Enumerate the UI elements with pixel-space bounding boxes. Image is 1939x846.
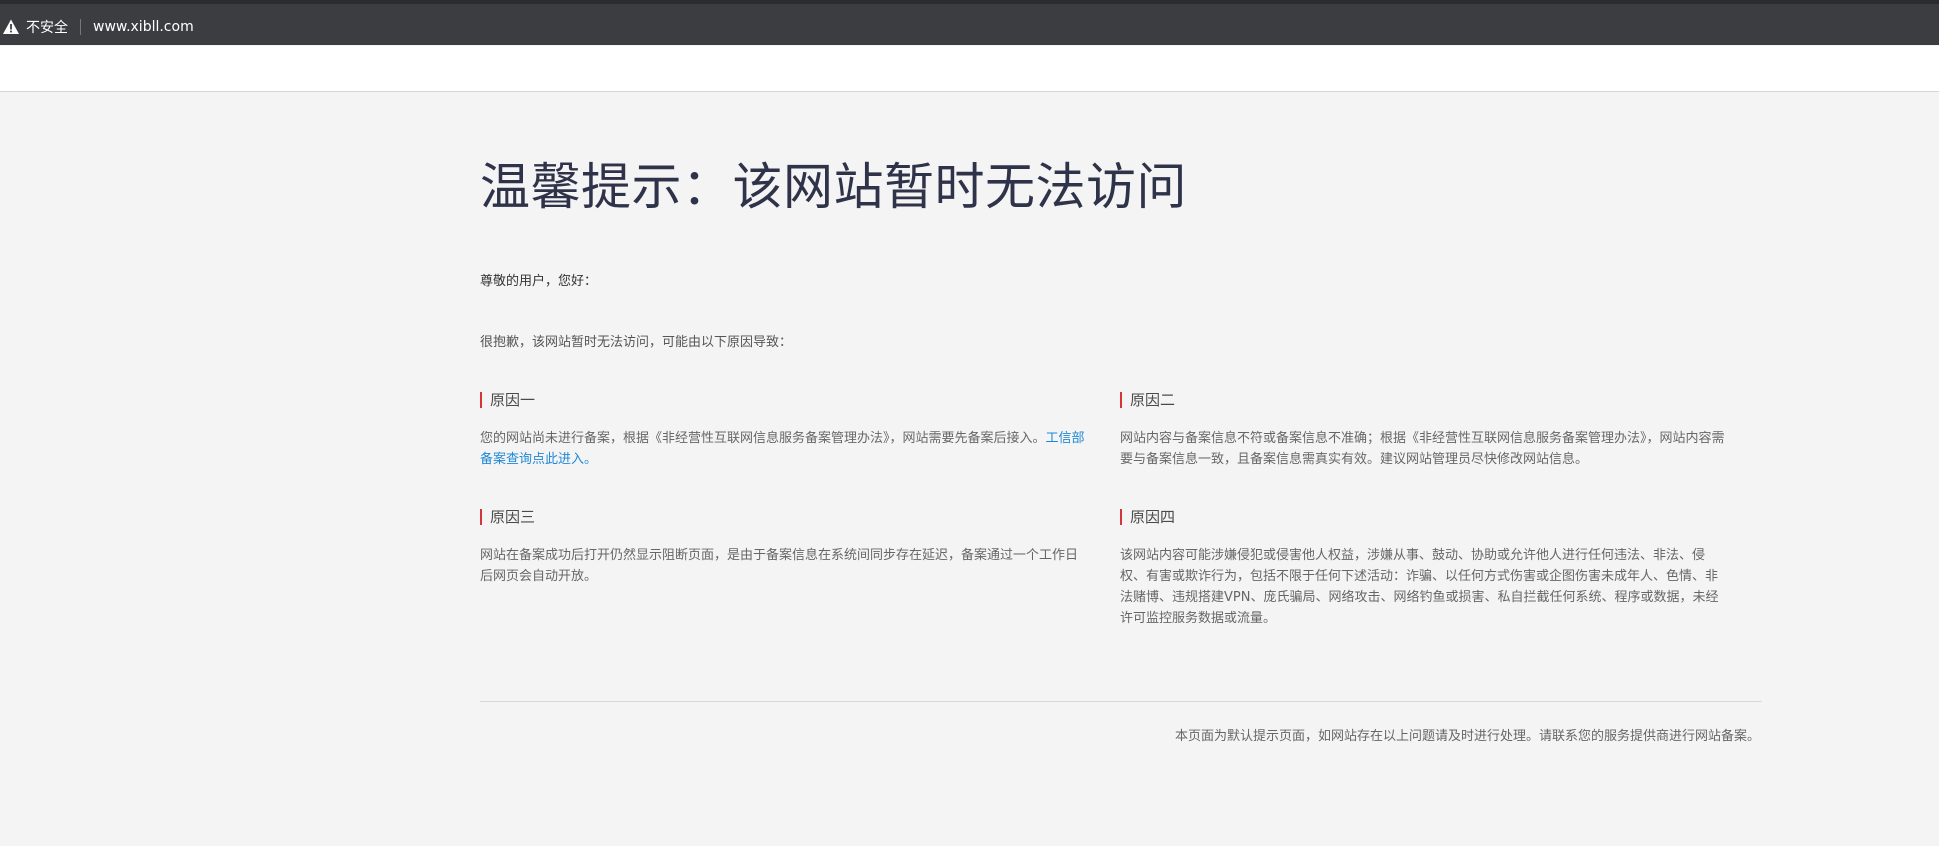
footer-divider [480, 701, 1762, 702]
reason-body: 网站在备案成功后打开仍然显示阻断页面，是由于备案信息在系统间同步存在延迟，备案通… [480, 548, 1079, 584]
reason-heading: 原因四 [1120, 507, 1730, 527]
reason-heading: 原因二 [1120, 390, 1730, 410]
warning-triangle-icon [2, 18, 20, 36]
page-header-band [0, 46, 1939, 92]
url-field[interactable]: www.xibll.com [93, 19, 194, 35]
reason-body: 您的网站尚未进行备案，根据《非经营性互联网信息服务备案管理办法》，网站需要先备案… [480, 428, 1090, 470]
reason-heading: 原因三 [480, 507, 1090, 527]
reason-two: 原因二 网站内容与备案信息不符或备案信息不准确；根据《非经营性互联网信息服务备案… [1120, 390, 1730, 470]
reason-three: 原因三 网站在备案成功后打开仍然显示阻断页面，是由于备案信息在系统间同步存在延迟… [480, 507, 1090, 587]
reason-heading: 原因一 [480, 390, 1090, 410]
reason-text: 您的网站尚未进行备案，根据《非经营性互联网信息服务备案管理办法》，网站需要先备案… [480, 431, 1046, 446]
security-indicator[interactable]: 不安全 www.xibll.com [0, 16, 194, 38]
browser-address-bar: 不安全 www.xibll.com [0, 0, 1939, 45]
reason-four: 原因四 该网站内容可能涉嫌侵犯或侵害他人权益，涉嫌从事、鼓动、协助或允许他人进行… [1120, 507, 1730, 629]
security-label: 不安全 [26, 20, 68, 36]
reason-body: 网站内容与备案信息不符或备案信息不准确；根据《非经营性互联网信息服务备案管理办法… [1120, 431, 1725, 467]
greeting-text: 尊敬的用户，您好： [480, 274, 598, 289]
address-divider [80, 19, 81, 35]
footer-note: 本页面为默认提示页面，如网站存在以上问题请及时进行处理。请联系您的服务提供商进行… [1174, 729, 1760, 744]
reason-one: 原因一 您的网站尚未进行备案，根据《非经营性互联网信息服务备案管理办法》，网站需… [480, 390, 1090, 470]
page-title: 温馨提示：该网站暂时无法访问 [480, 158, 1187, 216]
intro-text: 很抱歉，该网站暂时无法访问，可能由以下原因导致： [480, 335, 793, 350]
reason-body: 该网站内容可能涉嫌侵犯或侵害他人权益，涉嫌从事、鼓动、协助或允许他人进行任何违法… [1120, 548, 1719, 626]
